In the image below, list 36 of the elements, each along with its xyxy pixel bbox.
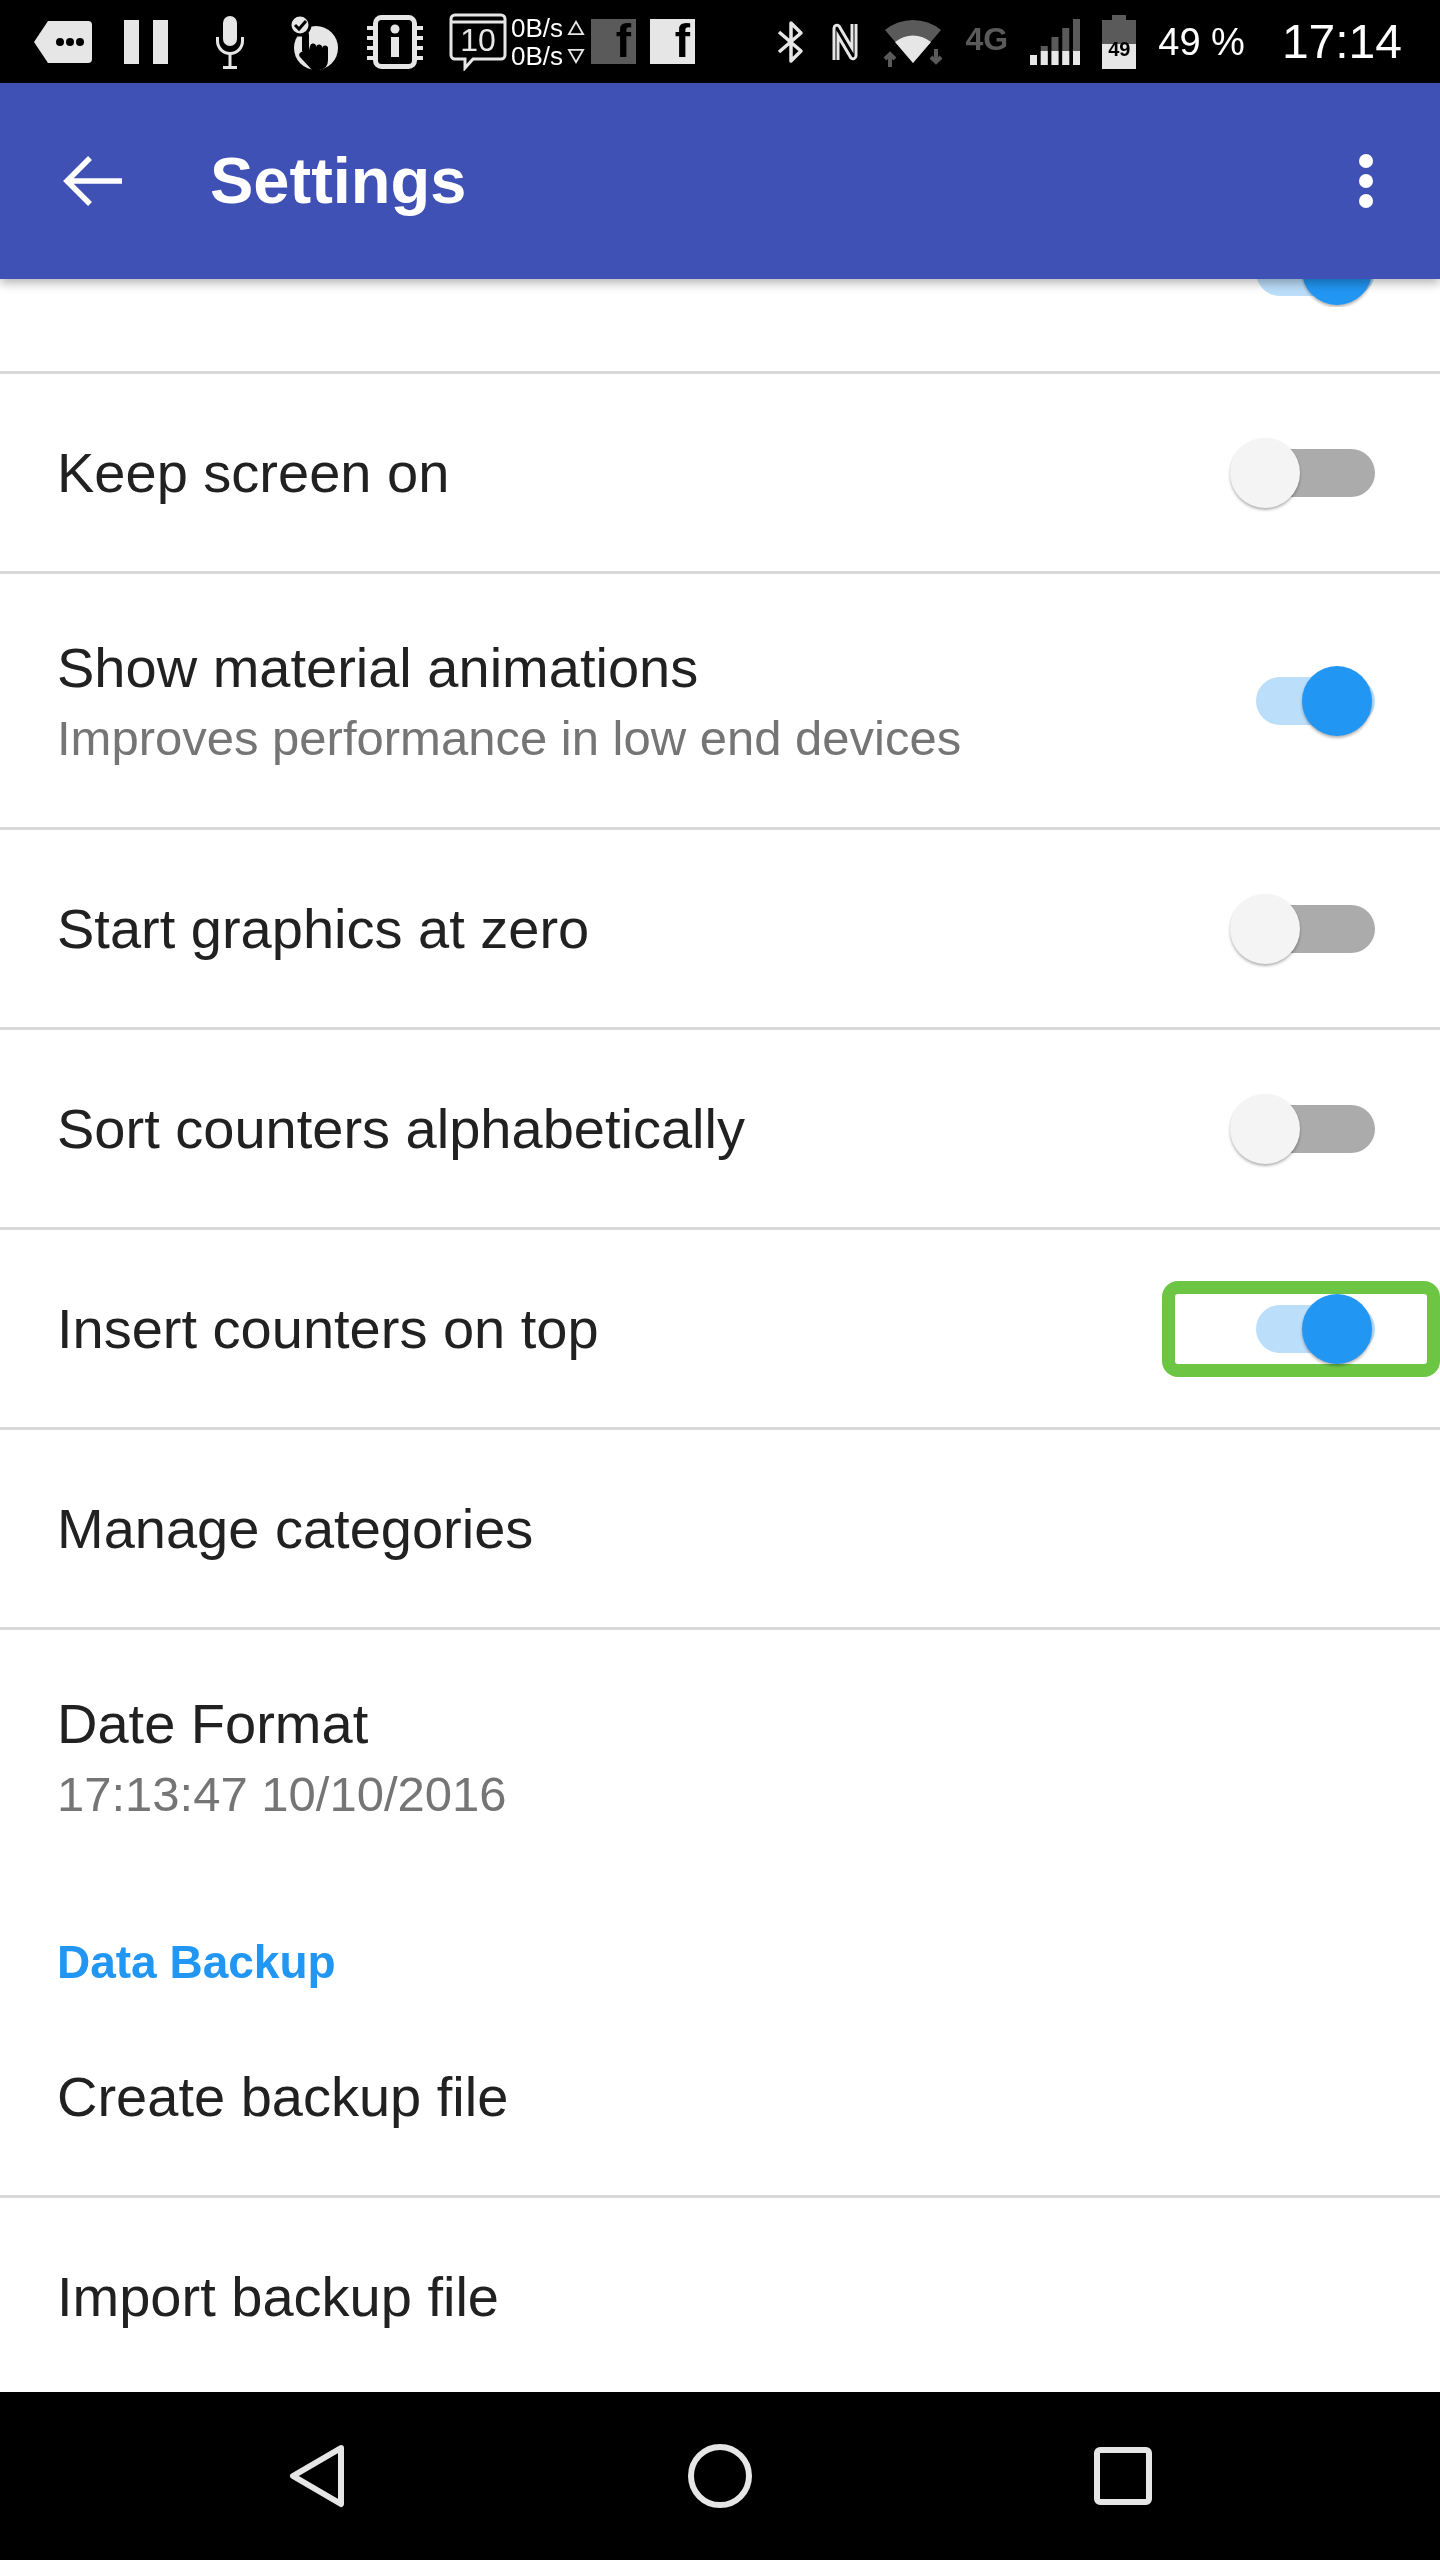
- download-speed-text: 0B/s: [511, 42, 564, 69]
- setting-title: Show material animations: [57, 634, 699, 701]
- category-header: Data Backup: [57, 1934, 336, 1990]
- setting-title[interactable]: Date Format: [57, 1689, 369, 1757]
- setting-title: Start graphics at zero: [57, 895, 590, 962]
- app-logo-icon: f: [591, 19, 637, 64]
- back-icon[interactable]: [288, 2443, 346, 2509]
- signal-icon: [1030, 18, 1081, 65]
- setting-summary: 17:13:47 10/10/2016: [57, 1765, 507, 1823]
- down-triangle-icon: [567, 47, 586, 64]
- battery-percent-text: 49 %: [1158, 22, 1245, 61]
- screen-title: Settings: [210, 143, 467, 219]
- chip-icon: [367, 13, 423, 70]
- upload-speed-text: 0B/s: [511, 14, 564, 41]
- home-icon[interactable]: [688, 2444, 752, 2508]
- label-icon: [33, 19, 93, 64]
- setting-title: Keep screen on: [57, 439, 450, 506]
- back-arrow-icon[interactable]: [62, 155, 124, 207]
- clock-text: 17:14: [1281, 17, 1402, 66]
- setting-title[interactable]: Manage categories: [57, 1494, 534, 1563]
- calendar-bubble-icon: 10: [449, 12, 507, 71]
- network-type-text: 4G: [965, 22, 1009, 55]
- setting-title[interactable]: Create backup file: [57, 2062, 509, 2131]
- recents-icon[interactable]: [1094, 2447, 1152, 2505]
- toggle-switch[interactable]: [1230, 1093, 1375, 1164]
- up-triangle-icon: [567, 19, 586, 36]
- toggle-switch[interactable]: [1230, 893, 1375, 964]
- overflow-menu-icon[interactable]: [1358, 153, 1374, 209]
- setting-summary: Improves performance in low end devices: [57, 709, 962, 767]
- setting-title[interactable]: Import backup file: [57, 2262, 499, 2331]
- toggle-switch[interactable]: [1230, 437, 1375, 508]
- setting-title: Insert counters on top: [57, 1295, 599, 1362]
- app-logo-icon: f: [650, 19, 696, 64]
- pause-icon: [124, 19, 168, 64]
- setting-title: Sort counters alphabetically: [57, 1095, 745, 1162]
- microphone-icon: [215, 14, 245, 69]
